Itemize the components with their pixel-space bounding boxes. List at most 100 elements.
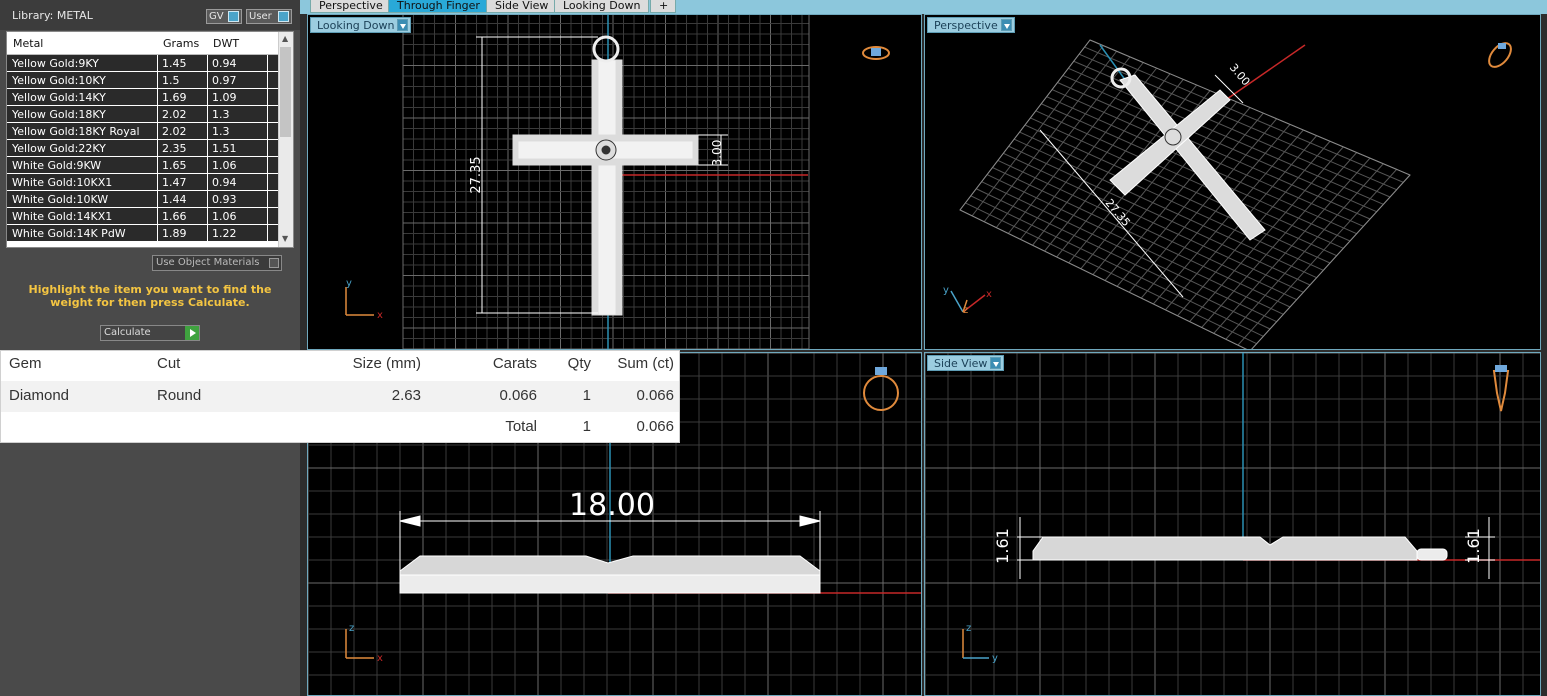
tab-label: Perspective [319, 0, 383, 12]
library-title: Library: METAL [12, 9, 93, 22]
metal-cell-metal: Yellow Gold:14KY [12, 91, 106, 104]
dim-width-label: 18.00 [569, 488, 655, 523]
column-divider [267, 208, 268, 225]
col-dwt[interactable]: DWT [213, 37, 239, 50]
column-divider [207, 140, 208, 157]
metal-cell-dwt: 1.3 [212, 108, 230, 121]
scroll-up-icon[interactable]: ▲ [282, 34, 288, 43]
dropdown-arrow-icon[interactable] [990, 357, 1002, 369]
scroll-thumb[interactable] [280, 47, 291, 137]
metal-cell-dwt: 1.51 [212, 142, 237, 155]
tab-label: Through Finger [397, 0, 480, 12]
svg-text:y: y [992, 653, 998, 664]
column-divider [157, 55, 158, 72]
viewport-label-text: Side View [934, 357, 988, 370]
user-toggle[interactable]: User [246, 9, 292, 24]
cross-top-view [512, 35, 699, 316]
axis-gizmo: y x [345, 278, 383, 321]
gv-toggle[interactable]: GV [206, 9, 242, 24]
column-divider [267, 174, 268, 191]
column-divider [157, 157, 158, 174]
ring-orientation-icon [1488, 42, 1512, 68]
metal-cell-metal: Yellow Gold:18KY Royal [12, 125, 140, 138]
metal-table-scrollbar[interactable]: ▲ ▼ [278, 32, 293, 247]
gem-row[interactable]: Diamond Round 2.63 0.066 1 0.066 [1, 381, 679, 412]
metal-cell-dwt: 0.97 [212, 74, 237, 87]
viewport-label-side-view[interactable]: Side View [927, 355, 1005, 371]
gem-header-size: Size (mm) [352, 355, 421, 372]
column-divider [207, 191, 208, 208]
calculate-label: Calculate [104, 327, 151, 338]
metal-cell-dwt: 1.06 [212, 159, 237, 172]
column-divider [267, 89, 268, 106]
column-divider [157, 140, 158, 157]
viewport-label-perspective[interactable]: Perspective [927, 17, 1015, 33]
metal-row[interactable]: Yellow Gold:18KY Royal 2.02 1.3 [7, 123, 279, 140]
metal-cell-dwt: 0.94 [212, 57, 237, 70]
dim-width-label: 3.00 [710, 140, 724, 167]
play-icon [185, 326, 199, 340]
column-divider [157, 225, 158, 242]
gem-summary-table: Gem Cut Size (mm) Carats Qty Sum (ct) Di… [0, 350, 680, 443]
perspective-canvas: 27.35 3.00 y z x [943, 39, 1512, 349]
gem-header-carats: Carats [492, 355, 537, 372]
metal-row[interactable]: Yellow Gold:10KY 1.5 0.97 [7, 72, 279, 89]
metal-cell-metal: Yellow Gold:22KY [12, 142, 106, 155]
library-header: Library: METAL GV User [0, 0, 300, 30]
tab-side-view[interactable]: Side View [486, 0, 558, 13]
metal-row[interactable]: White Gold:10KW 1.44 0.93 [7, 191, 279, 208]
column-divider [157, 174, 158, 191]
metal-cell-dwt: 1.22 [212, 227, 237, 240]
metal-cell-grams: 1.66 [162, 210, 187, 223]
calculate-button[interactable]: Calculate [100, 325, 200, 341]
metal-cell-metal: White Gold:10KW [12, 193, 109, 206]
total-qty: 1 [582, 418, 591, 435]
column-divider [157, 106, 158, 123]
weight-calculator-panel: Library: METAL GV User Metal Grams DWT Y… [0, 0, 300, 696]
column-divider [267, 55, 268, 72]
metal-row[interactable]: Yellow Gold:14KY 1.69 1.09 [7, 89, 279, 106]
dim-length-label: 27.35 [469, 156, 484, 193]
column-divider [267, 225, 268, 242]
metal-row[interactable]: White Gold:14KX1 1.66 1.06 [7, 208, 279, 225]
instruction-text: Highlight the item you want to find the … [28, 283, 272, 309]
metal-cell-grams: 1.5 [162, 74, 180, 87]
metal-row[interactable]: White Gold:9KW 1.65 1.06 [7, 157, 279, 174]
metal-cell-grams: 1.45 [162, 57, 187, 70]
tab-perspective[interactable]: Perspective [310, 0, 392, 13]
metal-row[interactable]: Yellow Gold:18KY 2.02 1.3 [7, 106, 279, 123]
metal-table-header: Metal Grams DWT [7, 32, 279, 55]
metal-row[interactable]: White Gold:10KX1 1.47 0.94 [7, 174, 279, 191]
checkbox-icon [269, 258, 279, 268]
add-tab-button[interactable]: + [650, 0, 676, 13]
metal-row[interactable]: Yellow Gold:9KY 1.45 0.94 [7, 55, 279, 72]
viewport-perspective[interactable]: 27.35 3.00 y z x Perspective [924, 14, 1541, 350]
metal-cell-grams: 1.69 [162, 91, 187, 104]
metal-row[interactable]: White Gold:14K PdW 1.89 1.22 [7, 225, 279, 242]
col-metal[interactable]: Metal [13, 37, 43, 50]
dropdown-arrow-icon[interactable] [1000, 19, 1012, 31]
metal-cell-dwt: 1.06 [212, 210, 237, 223]
scroll-down-icon[interactable]: ▼ [282, 234, 288, 243]
metal-row[interactable]: Yellow Gold:22KY 2.35 1.51 [7, 140, 279, 157]
svg-text:z: z [966, 623, 971, 634]
dropdown-arrow-icon[interactable] [397, 19, 409, 31]
column-divider [157, 123, 158, 140]
tab-looking-down[interactable]: Looking Down [554, 0, 650, 13]
svg-text:x: x [986, 289, 992, 300]
viewport-label-looking-down[interactable]: Looking Down [310, 17, 412, 33]
metal-cell-grams: 2.02 [162, 108, 187, 121]
use-object-materials-toggle[interactable]: Use Object Materials [152, 255, 282, 271]
tab-through-finger[interactable]: Through Finger [388, 0, 489, 13]
gem-header-gem: Gem [9, 355, 42, 372]
metal-cell-metal: White Gold:9KW [12, 159, 102, 172]
col-grams[interactable]: Grams [163, 37, 199, 50]
gem-sum: 0.066 [636, 387, 674, 404]
metal-cell-dwt: 1.09 [212, 91, 237, 104]
column-divider [267, 123, 268, 140]
viewport-looking-down[interactable]: 27.35 3.00 y x Looking Down [307, 14, 922, 350]
metal-cell-metal: White Gold:14K PdW [12, 227, 126, 240]
metal-cell-metal: White Gold:14KX1 [12, 210, 113, 223]
viewport-side-view[interactable]: 1.61 1.61 z y Side View [924, 352, 1541, 696]
gem-header-qty: Qty [567, 355, 591, 372]
